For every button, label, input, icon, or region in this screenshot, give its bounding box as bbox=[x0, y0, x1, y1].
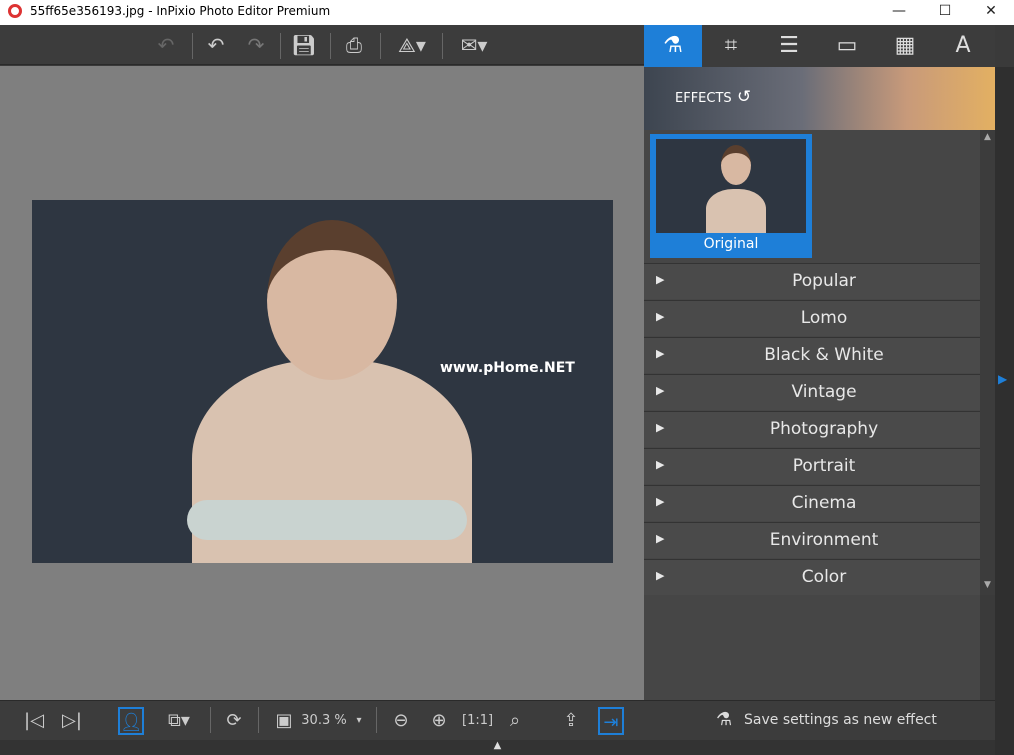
image-canvas[interactable]: www.pHome.NET bbox=[0, 66, 644, 700]
category-label: Cinema bbox=[791, 493, 857, 513]
effects-banner: EFFECTS ↺ bbox=[644, 67, 995, 130]
email-icon[interactable]: ✉▾ bbox=[452, 31, 496, 59]
redo-icon[interactable]: ↷ bbox=[240, 31, 272, 59]
category-label: Portrait bbox=[792, 456, 856, 476]
category-portrait[interactable]: ▶ Portrait bbox=[644, 448, 980, 484]
zoom-out-icon[interactable]: ⊖ bbox=[386, 707, 416, 735]
expand-up-icon[interactable]: ▲ bbox=[494, 740, 502, 751]
tab-effects[interactable]: ⚗ bbox=[644, 25, 702, 67]
category-vintage[interactable]: ▶ Vintage bbox=[644, 374, 980, 410]
category-color[interactable]: ▶ Color bbox=[644, 559, 980, 595]
main-toolbar: ↶ ↶ ↷ 💾︎ ⎙ ⟁▾ ✉▾ bbox=[0, 25, 644, 65]
category-label: Popular bbox=[792, 271, 856, 291]
zoom-level[interactable]: 30.3 % bbox=[300, 707, 348, 735]
toggle-panel-icon[interactable]: ⇥ bbox=[598, 707, 624, 735]
effects-list: Original ▶ Popular ▶ Lomo ▶ Black & White ▶ Vin… bbox=[644, 130, 980, 700]
single-view-icon[interactable]: 👤︎ bbox=[118, 707, 144, 735]
scrollbar[interactable]: ▲ ▼ bbox=[980, 130, 995, 595]
export-icon[interactable]: ⇪ bbox=[556, 707, 586, 735]
share-icon[interactable]: ⟁▾ bbox=[390, 31, 434, 59]
effect-original[interactable]: Original bbox=[650, 134, 812, 258]
scroll-down-icon[interactable]: ▼ bbox=[980, 580, 995, 590]
category-environment[interactable]: ▶ Environment bbox=[644, 522, 980, 558]
photo-face bbox=[267, 220, 397, 380]
original-label: Original bbox=[703, 236, 759, 252]
reset-icon[interactable]: ↺ bbox=[737, 87, 751, 107]
photo bbox=[32, 200, 613, 563]
category-label: Black & White bbox=[764, 345, 884, 365]
bottom-toolbar: |◁ ▷| 👤︎ ⧉▾ ⟳ ▣ 30.3 % ▾ ⊖ ⊕ [1:1] ⌕ ⇪ ⇥ bbox=[0, 700, 644, 740]
tab-crop[interactable]: ⌗ bbox=[702, 25, 760, 67]
tab-text[interactable]: A bbox=[934, 25, 992, 67]
section-title: EFFECTS bbox=[675, 91, 732, 106]
category-label: Color bbox=[801, 567, 847, 587]
save-effect-bar: ⚗ Save settings as new effect bbox=[644, 700, 995, 740]
category-lomo[interactable]: ▶ Lomo bbox=[644, 300, 980, 336]
collapse-panel-icon[interactable]: ▶ bbox=[998, 372, 1007, 386]
photo-dress bbox=[187, 500, 467, 540]
category-label: Environment bbox=[769, 530, 879, 550]
undo-icon[interactable]: ↶ bbox=[200, 31, 232, 59]
tab-texture[interactable]: ▦ bbox=[876, 25, 934, 67]
category-photography[interactable]: ▶ Photography bbox=[644, 411, 980, 447]
zoom-dropdown-icon[interactable]: ▾ bbox=[352, 707, 366, 735]
compare-view-icon[interactable]: ⧉▾ bbox=[156, 707, 202, 735]
flask-plus-icon: ⚗ bbox=[716, 709, 733, 730]
save-icon[interactable]: 💾︎ bbox=[288, 31, 320, 59]
category-label: Lomo bbox=[800, 308, 848, 328]
category-label: Vintage bbox=[791, 382, 857, 402]
save-effect-button[interactable]: Save settings as new effect bbox=[744, 712, 937, 728]
next-image-icon[interactable]: ▷| bbox=[58, 707, 86, 735]
window-title: 55ff65e356193.jpg - InPixio Photo Editor… bbox=[30, 4, 331, 18]
fit-icon[interactable]: ▣ bbox=[270, 707, 298, 735]
category-label: Photography bbox=[769, 419, 879, 439]
category-cinema[interactable]: ▶ Cinema bbox=[644, 485, 980, 521]
category-black-white[interactable]: ▶ Black & White bbox=[644, 337, 980, 373]
first-image-icon[interactable]: |◁ bbox=[20, 707, 48, 735]
panel-edge: ▶ bbox=[995, 67, 1014, 755]
close-button[interactable]: ✕ bbox=[968, 0, 1014, 25]
title-bar: 55ff65e356193.jpg - InPixio Photo Editor… bbox=[0, 0, 1014, 25]
filmstrip-toggle[interactable]: ▲ bbox=[0, 740, 995, 755]
watermark: www.pHome.NET bbox=[440, 360, 575, 376]
minimize-button[interactable]: — bbox=[876, 0, 922, 25]
tab-frame[interactable]: ▭ bbox=[818, 25, 876, 67]
category-popular[interactable]: ▶ Popular bbox=[644, 263, 980, 299]
print-icon[interactable]: ⎙ bbox=[338, 31, 370, 59]
actual-size-icon[interactable]: [1:1] bbox=[462, 707, 493, 735]
panel-tabs: ⚗ ⌗ ☰ ▭ ▦ A bbox=[644, 25, 995, 67]
rotate-icon[interactable]: ⟳ bbox=[220, 707, 248, 735]
maximize-button[interactable]: ☐ bbox=[922, 0, 968, 25]
undo-all-icon[interactable]: ↶ bbox=[150, 31, 182, 59]
scroll-up-icon[interactable]: ▲ bbox=[980, 132, 995, 142]
tab-adjust[interactable]: ☰ bbox=[760, 25, 818, 67]
original-thumbnail bbox=[656, 139, 806, 233]
zoom-in-icon[interactable]: ⊕ bbox=[424, 707, 454, 735]
app-icon bbox=[8, 4, 22, 18]
zoom-fit-icon[interactable]: ⌕ bbox=[500, 707, 530, 735]
